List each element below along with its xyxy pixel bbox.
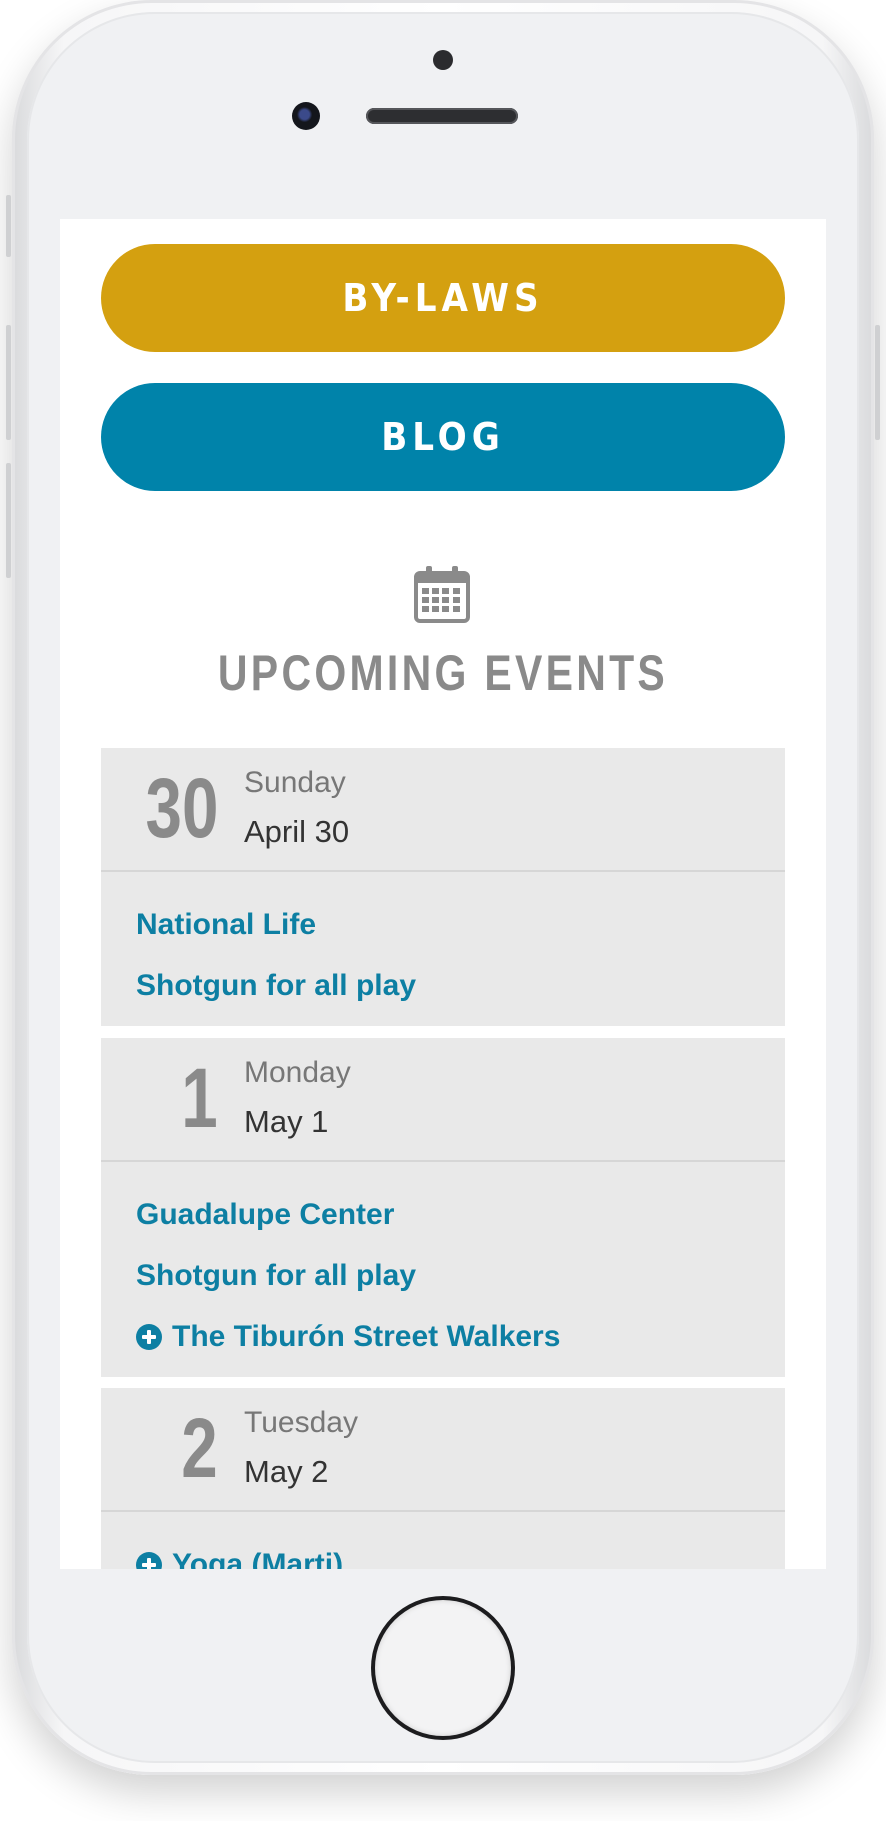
event-day-number: 30 [145,761,218,855]
event-link-label: The Tiburón Street Walkers [172,1319,561,1353]
event-card: 1 Monday May 1 Guadalupe Center Shotgun … [101,1038,785,1377]
event-link-label: National Life [136,907,317,941]
event-weekday: Monday [244,1056,351,1089]
event-weekday: Tuesday [244,1406,358,1439]
event-day-number: 1 [181,1051,218,1145]
event-date-header: 2 Tuesday May 2 [101,1388,785,1512]
event-items: Yoga (Marti) [101,1512,785,1569]
event-weekday: Sunday [244,766,346,799]
event-link-expandable[interactable]: The Tiburón Street Walkers [136,1306,785,1367]
event-link[interactable]: Guadalupe Center [136,1184,785,1245]
bylaws-button[interactable]: BY-LAWS [101,244,785,352]
event-date-header: 1 Monday May 1 [101,1038,785,1162]
proximity-sensor [433,50,453,70]
event-link-label: Guadalupe Center [136,1197,395,1231]
event-items: National Life Shotgun for all play [101,872,785,1026]
event-card: 30 Sunday April 30 National Life Shotgun… [101,748,785,1026]
event-date: April 30 [244,814,350,849]
event-link-label: Yoga (Marti) [172,1547,344,1570]
event-link[interactable]: Shotgun for all play [136,955,785,1016]
event-link-label: Shotgun for all play [136,968,417,1002]
event-link[interactable]: National Life [136,894,785,955]
event-items: Guadalupe Center Shotgun for all play Th… [101,1162,785,1377]
power-button [875,325,880,440]
event-link-label: Shotgun for all play [136,1258,417,1292]
plus-circle-icon[interactable] [136,1551,162,1569]
event-date: May 1 [244,1104,329,1139]
home-button[interactable] [375,1600,511,1736]
earpiece-speaker [366,108,518,124]
event-link[interactable]: Shotgun for all play [136,1245,785,1306]
plus-circle-icon[interactable] [136,1323,162,1350]
blog-button[interactable]: BLOG [101,383,785,491]
event-date: May 2 [244,1454,329,1489]
event-link-expandable[interactable]: Yoga (Marti) [136,1534,785,1569]
mute-switch [6,195,11,257]
event-date-header: 30 Sunday April 30 [101,748,785,872]
event-card: 2 Tuesday May 2 Yoga (Marti) [101,1388,785,1569]
calendar-icon [414,566,470,623]
event-day-number: 2 [181,1401,218,1495]
events-heading: UPCOMING EVENTS [217,645,669,701]
volume-down-button [6,463,11,578]
volume-up-button [6,325,11,440]
screen: BY-LAWS BLOG UPCOMING EVENTS 30 Sunday A… [60,219,826,1569]
front-camera [292,102,320,130]
